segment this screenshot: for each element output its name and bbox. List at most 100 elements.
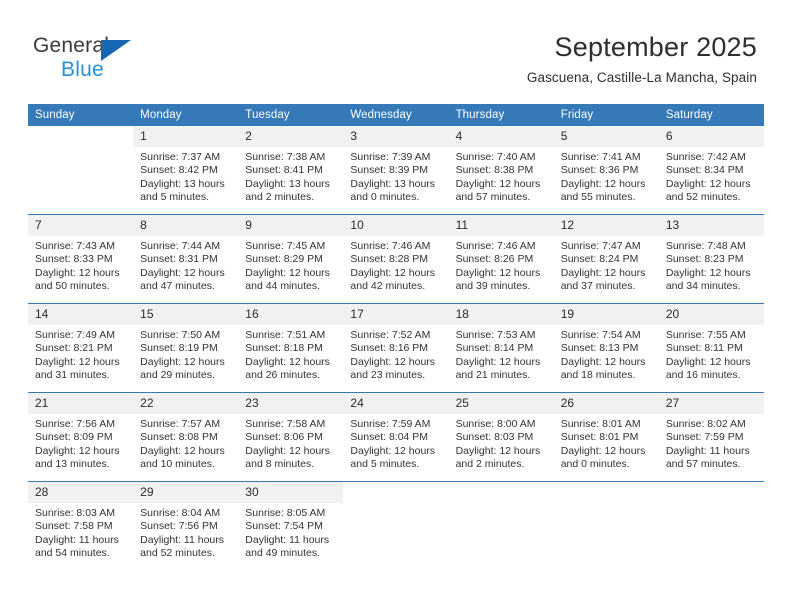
page-title: September 2025 [554,32,757,62]
day-cell[interactable]: 7 Sunrise: 7:43 AM Sunset: 8:33 PM Dayli… [28,214,134,304]
day-cell[interactable]: 8 Sunrise: 7:44 AM Sunset: 8:31 PM Dayli… [133,214,239,304]
day-info: Sunrise: 7:43 AM Sunset: 8:33 PM Dayligh… [28,236,133,294]
day-number: 4 [448,126,554,147]
daylight-text-line1: Daylight: 12 hours [560,355,646,368]
daylight-text-line1: Daylight: 11 hours [35,533,119,546]
location-subtitle: Gascuena, Castille-La Mancha, Spain [526,70,757,85]
day-cell[interactable]: 27 Sunrise: 8:02 AM Sunset: 7:59 PM Dayl… [658,392,764,482]
day-cell[interactable]: 17 Sunrise: 7:52 AM Sunset: 8:16 PM Dayl… [343,303,449,393]
day-cell[interactable]: 23 Sunrise: 7:58 AM Sunset: 8:06 PM Dayl… [238,392,344,482]
day-info: Sunrise: 7:46 AM Sunset: 8:28 PM Dayligh… [343,236,448,294]
daylight-text-line1: Daylight: 12 hours [560,266,646,279]
daylight-text-line1: Daylight: 12 hours [350,266,436,279]
day-cell[interactable]: 2 Sunrise: 7:38 AM Sunset: 8:41 PM Dayli… [238,126,344,215]
day-cell[interactable]: 18 Sunrise: 7:53 AM Sunset: 8:14 PM Dayl… [448,303,554,393]
sunset-text: Sunset: 8:39 PM [350,164,429,177]
day-cell[interactable]: 19 Sunrise: 7:54 AM Sunset: 8:13 PM Dayl… [553,303,659,393]
day-info: Sunrise: 7:52 AM Sunset: 8:16 PM Dayligh… [343,325,448,383]
day-cell[interactable]: 29 Sunrise: 8:04 AM Sunset: 7:56 PM Dayl… [133,481,239,570]
day-number: 21 [28,393,134,414]
daylight-text-line2: and 0 minutes. [350,191,420,204]
day-info: Sunrise: 7:38 AM Sunset: 8:41 PM Dayligh… [238,147,343,205]
day-cell[interactable]: 28 Sunrise: 8:03 AM Sunset: 7:58 PM Dayl… [28,481,134,570]
weekday-header-wednesday: Wednesday [343,104,449,126]
day-number: 14 [28,304,134,325]
day-number: 20 [658,304,764,325]
day-cell[interactable]: 6 Sunrise: 7:42 AM Sunset: 8:34 PM Dayli… [658,126,764,215]
day-number: 27 [658,393,764,414]
day-cell-empty [448,481,554,570]
daylight-text-line2: and 31 minutes. [35,369,110,382]
calendar-page: General Blue September 2025 Gascuena, Ca… [0,0,792,612]
day-number: 3 [343,126,449,147]
day-cell[interactable]: 15 Sunrise: 7:50 AM Sunset: 8:19 PM Dayl… [133,303,239,393]
daylight-text-line1: Daylight: 12 hours [455,266,541,279]
day-info: Sunrise: 8:03 AM Sunset: 7:58 PM Dayligh… [28,503,133,561]
day-cell[interactable]: 24 Sunrise: 7:59 AM Sunset: 8:04 PM Dayl… [343,392,449,482]
general-blue-logo[interactable]: General Blue [33,34,163,84]
day-cell[interactable]: 26 Sunrise: 8:01 AM Sunset: 8:01 PM Dayl… [553,392,659,482]
daylight-text-line1: Daylight: 12 hours [350,444,436,457]
day-cell[interactable]: 25 Sunrise: 8:00 AM Sunset: 8:03 PM Dayl… [448,392,554,482]
logo-text-blue: Blue [61,58,104,81]
day-cell[interactable]: 1 Sunrise: 7:37 AM Sunset: 8:42 PM Dayli… [133,126,239,215]
day-cell[interactable]: 4 Sunrise: 7:40 AM Sunset: 8:38 PM Dayli… [448,126,554,215]
daylight-text-line2: and 57 minutes. [665,458,741,471]
day-cell[interactable]: 12 Sunrise: 7:47 AM Sunset: 8:24 PM Dayl… [553,214,659,304]
day-number: 11 [448,215,554,236]
daylight-text-line2: and 13 minutes. [35,458,110,471]
sunrise-text: Sunrise: 7:54 AM [560,329,641,341]
sunrise-text: Sunrise: 7:57 AM [140,418,221,430]
day-cell[interactable]: 3 Sunrise: 7:39 AM Sunset: 8:39 PM Dayli… [343,126,449,215]
week-row: 21 Sunrise: 7:56 AM Sunset: 8:09 PM Dayl… [28,392,764,482]
sunset-text: Sunset: 8:42 PM [140,164,218,177]
sunrise-text: Sunrise: 8:01 AM [560,418,641,430]
day-cell-empty [658,481,764,570]
day-number [343,482,449,503]
sunrise-text: Sunrise: 8:00 AM [455,418,536,430]
day-number [28,126,134,147]
day-number: 1 [133,126,239,147]
day-number: 19 [553,304,659,325]
week-row: 1 Sunrise: 7:37 AM Sunset: 8:42 PM Dayli… [28,126,764,215]
day-cell[interactable]: 20 Sunrise: 7:55 AM Sunset: 8:11 PM Dayl… [658,303,764,393]
daylight-text-line2: and 52 minutes. [665,191,741,204]
day-info: Sunrise: 7:56 AM Sunset: 8:09 PM Dayligh… [28,414,133,472]
day-cell[interactable]: 16 Sunrise: 7:51 AM Sunset: 8:18 PM Dayl… [238,303,344,393]
day-cell[interactable]: 13 Sunrise: 7:48 AM Sunset: 8:23 PM Dayl… [658,214,764,304]
sunset-text: Sunset: 8:33 PM [35,253,113,266]
daylight-text-line1: Daylight: 12 hours [455,444,541,457]
daylight-text-line2: and 16 minutes. [665,369,741,382]
day-cell[interactable]: 5 Sunrise: 7:41 AM Sunset: 8:36 PM Dayli… [553,126,659,215]
daylight-text-line1: Daylight: 12 hours [665,266,751,279]
logo-triangle-icon [101,40,131,61]
daylight-text-line2: and 37 minutes. [560,280,636,293]
daylight-text-line1: Daylight: 11 hours [140,533,224,546]
weekday-header-friday: Friday [553,104,659,126]
sunset-text: Sunset: 8:19 PM [140,342,218,355]
day-cell[interactable]: 21 Sunrise: 7:56 AM Sunset: 8:09 PM Dayl… [28,392,134,482]
day-cell[interactable]: 22 Sunrise: 7:57 AM Sunset: 8:08 PM Dayl… [133,392,239,482]
day-cell[interactable]: 11 Sunrise: 7:46 AM Sunset: 8:26 PM Dayl… [448,214,554,304]
day-cell[interactable]: 30 Sunrise: 8:05 AM Sunset: 7:54 PM Dayl… [238,481,344,570]
sunrise-text: Sunrise: 7:38 AM [245,151,326,163]
day-cell[interactable]: 14 Sunrise: 7:49 AM Sunset: 8:21 PM Dayl… [28,303,134,393]
day-cell-empty [28,126,134,215]
daylight-text-line2: and 57 minutes. [455,191,531,204]
daylight-text-line1: Daylight: 12 hours [665,177,751,190]
day-cell[interactable]: 9 Sunrise: 7:45 AM Sunset: 8:29 PM Dayli… [238,214,344,304]
sunset-text: Sunset: 8:06 PM [245,431,323,444]
sunrise-text: Sunrise: 8:05 AM [245,507,326,519]
sunset-text: Sunset: 7:56 PM [140,520,218,533]
daylight-text-line1: Daylight: 12 hours [35,444,120,457]
daylight-text-line2: and 52 minutes. [140,547,215,560]
daylight-text-line2: and 10 minutes. [140,458,215,471]
daylight-text-line2: and 55 minutes. [560,191,636,204]
day-number: 12 [553,215,659,236]
sunset-text: Sunset: 7:58 PM [35,520,113,533]
weekday-header-sunday: Sunday [28,104,134,126]
day-number: 26 [553,393,659,414]
day-cell[interactable]: 10 Sunrise: 7:46 AM Sunset: 8:28 PM Dayl… [343,214,449,304]
day-number: 8 [133,215,239,236]
sunrise-text: Sunrise: 7:44 AM [140,240,221,252]
